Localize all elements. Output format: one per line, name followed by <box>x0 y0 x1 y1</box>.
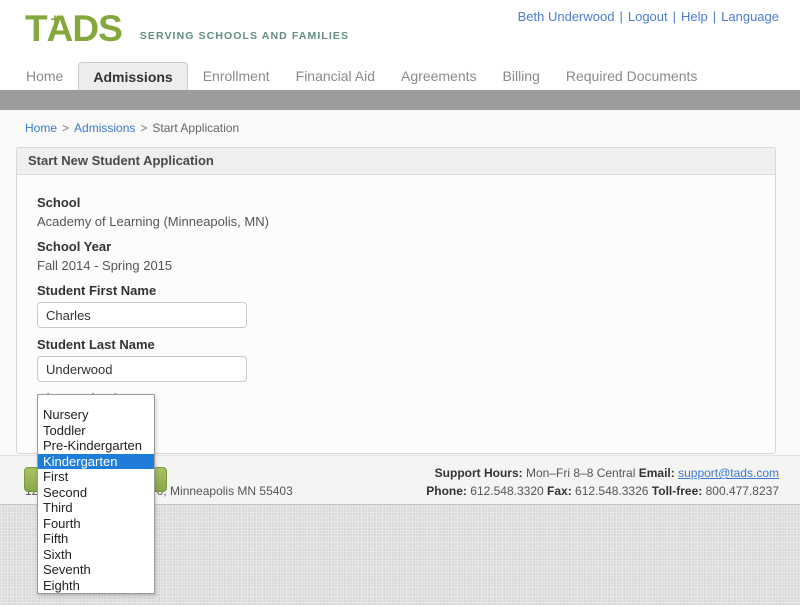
dropdown-option-first[interactable]: First <box>38 469 154 485</box>
main-nav: HomeAdmissionsEnrollmentFinancial AidAgr… <box>0 62 800 90</box>
dropdown-option-fifth[interactable]: Fifth <box>38 531 154 547</box>
user-link-beth-underwood[interactable]: Beth Underwood <box>518 9 615 24</box>
dropdown-option-kindergarten[interactable]: Kindergarten <box>38 454 154 470</box>
breadcrumb-start-application: Start Application <box>152 121 239 135</box>
link-separator: | <box>673 9 676 24</box>
last-name-label: Student Last Name <box>37 337 755 352</box>
nav-divider-bar <box>0 90 800 110</box>
class-selection-dropdown: NurseryToddlerPre-KindergartenKindergart… <box>37 394 155 594</box>
dropdown-option-third[interactable]: Third <box>38 500 154 516</box>
panel-title: Start New Student Application <box>17 148 775 175</box>
nav-tab-agreements[interactable]: Agreements <box>388 62 489 90</box>
dropdown-option-fourth[interactable]: Fourth <box>38 516 154 532</box>
user-link-logout[interactable]: Logout <box>628 9 668 24</box>
logo-text: T+ADS <box>25 12 122 46</box>
breadcrumb: Home > Admissions > Start Application <box>0 110 800 145</box>
dropdown-option-blank[interactable] <box>38 395 154 407</box>
dropdown-option-sixth[interactable]: Sixth <box>38 547 154 563</box>
breadcrumb-home[interactable]: Home <box>25 121 57 135</box>
breadcrumb-separator: > <box>140 121 147 135</box>
school-year-value: Fall 2014 - Spring 2015 <box>37 258 755 273</box>
first-name-input[interactable] <box>37 302 247 328</box>
user-link-help[interactable]: Help <box>681 9 708 24</box>
dropdown-option-nursery[interactable]: Nursery <box>38 407 154 423</box>
logo-plus-icon: + <box>51 3 60 37</box>
nav-tab-home[interactable]: Home <box>13 62 76 90</box>
dropdown-option-second[interactable]: Second <box>38 485 154 501</box>
nav-tab-enrollment[interactable]: Enrollment <box>190 62 283 90</box>
tads-logo[interactable]: T+ADS SERVING SCHOOLS AND FAMILIES <box>25 12 349 46</box>
user-links: Beth Underwood | Logout | Help | Language <box>518 9 779 24</box>
page-header: T+ADS SERVING SCHOOLS AND FAMILIES Beth … <box>0 0 800 62</box>
nav-tab-billing[interactable]: Billing <box>490 62 553 90</box>
dropdown-option-eighth[interactable]: Eighth <box>38 578 154 594</box>
last-name-input[interactable] <box>37 356 247 382</box>
school-year-label: School Year <box>37 239 755 254</box>
first-name-label: Student First Name <box>37 283 755 298</box>
nav-tab-admissions[interactable]: Admissions <box>78 62 187 90</box>
nav-tab-required-documents[interactable]: Required Documents <box>553 62 711 90</box>
breadcrumb-separator: > <box>62 121 69 135</box>
link-separator: | <box>713 9 716 24</box>
dropdown-option-pre-kindergarten[interactable]: Pre-Kindergarten <box>38 438 154 454</box>
dropdown-option-toddler[interactable]: Toddler <box>38 423 154 439</box>
nav-tab-financial-aid[interactable]: Financial Aid <box>283 62 388 90</box>
logo-tagline: SERVING SCHOOLS AND FAMILIES <box>140 30 349 42</box>
school-value: Academy of Learning (Minneapolis, MN) <box>37 214 755 229</box>
dropdown-option-seventh[interactable]: Seventh <box>38 562 154 578</box>
link-separator: | <box>619 9 622 24</box>
user-link-language[interactable]: Language <box>721 9 779 24</box>
breadcrumb-admissions[interactable]: Admissions <box>74 121 135 135</box>
school-label: School <box>37 195 755 210</box>
